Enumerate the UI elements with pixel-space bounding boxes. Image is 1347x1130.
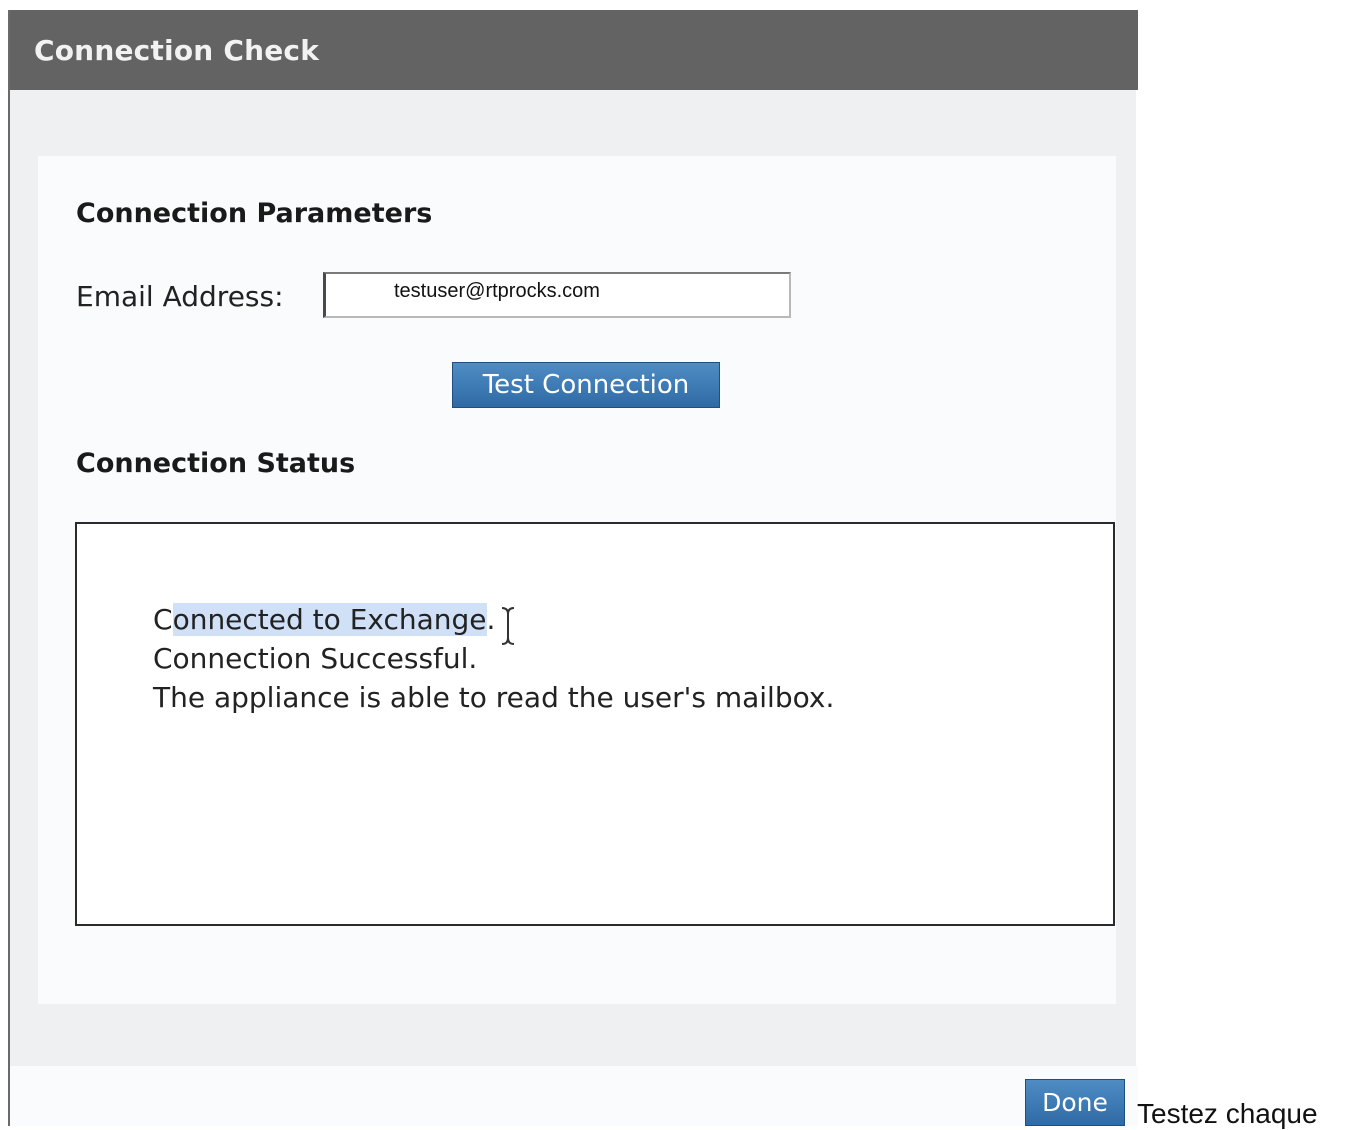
test-connection-button[interactable]: Test Connection	[452, 362, 720, 408]
email-address-input[interactable]	[323, 272, 791, 318]
content-panel: Connection Parameters Email Address: Tes…	[38, 156, 1116, 1004]
status-line-exchange-start: C	[153, 603, 173, 636]
email-address-label: Email Address:	[76, 280, 284, 313]
connection-status-box[interactable]: Connected to Exchange. Connection Succes…	[75, 522, 1115, 926]
dialog-title: Connection Check	[34, 34, 320, 67]
text-cursor-icon	[501, 607, 515, 645]
status-line-exchange: Connected to Exchange.	[153, 600, 834, 639]
selected-text: onnected to Exchange	[172, 603, 487, 636]
status-line-mailbox: The appliance is able to read the user's…	[153, 681, 835, 714]
status-messages: Connected to Exchange. Connection Succes…	[153, 600, 834, 717]
status-line-exchange-end: .	[486, 603, 496, 636]
side-caption: Testez chaque	[1137, 1098, 1318, 1129]
connection-parameters-heading: Connection Parameters	[76, 198, 433, 229]
done-button[interactable]: Done	[1025, 1079, 1125, 1126]
dialog-footer	[10, 1066, 1138, 1126]
dialog-titlebar: Connection Check	[10, 10, 1138, 90]
connection-status-heading: Connection Status	[76, 448, 356, 479]
connection-check-dialog: Connection Check Connection Parameters E…	[8, 10, 1138, 1126]
status-line-success: Connection Successful.	[153, 642, 478, 675]
